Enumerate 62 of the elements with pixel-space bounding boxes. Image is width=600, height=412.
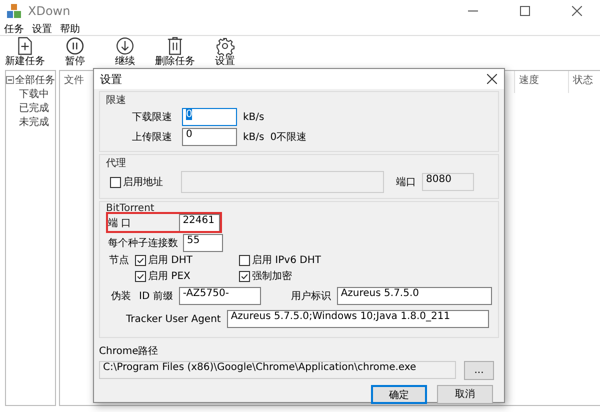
settings-icon (215, 36, 235, 56)
checkbox[interactable] (239, 270, 250, 282)
checkbox-label[interactable]: 启用 PEX (148, 269, 190, 283)
checkbox-label[interactable]: 启用 DHT (148, 253, 193, 267)
menu-item[interactable]: 帮助 (60, 22, 80, 36)
toolbar-button[interactable]: 继续 (102, 36, 148, 68)
dialog-button[interactable]: 确定 (371, 384, 427, 404)
dialog-title: 设置 (100, 72, 122, 86)
menu-item[interactable]: 任务 (4, 22, 24, 36)
toolbar-button[interactable]: 删除任务 (152, 36, 198, 68)
field-label: 伪装 (111, 290, 132, 303)
tree-item[interactable]: 下载中 (6, 87, 55, 101)
dialog-button[interactable]: 取消 (437, 384, 493, 404)
input-field[interactable]: 0 (182, 128, 237, 146)
group-title: 代理 (106, 157, 127, 170)
unit-label: kB/s (243, 132, 264, 142)
checkbox[interactable] (135, 270, 146, 282)
checkbox[interactable] (239, 254, 250, 266)
input-field[interactable]: 0 (182, 108, 237, 126)
field-label: 下载限速 (132, 110, 173, 124)
field-label: 节点 (109, 254, 130, 267)
input-field[interactable]: 22461 (178, 214, 220, 232)
field-label: Chrome路径 (99, 345, 158, 358)
column-header[interactable]: 速度 (515, 71, 569, 93)
tree-item[interactable]: 未完成 (6, 115, 55, 129)
checkbox[interactable] (110, 176, 121, 188)
field-label: 端口 (396, 176, 416, 189)
input-field[interactable]: 8080 (422, 173, 474, 191)
trash-icon (165, 36, 185, 56)
app-logo-icon (6, 3, 22, 19)
browse-button[interactable]: ... (464, 360, 494, 380)
window-title: XDown (28, 4, 70, 18)
toolbar-button[interactable]: 暂停 (52, 36, 98, 68)
new-file-icon (15, 36, 35, 56)
unit-label: kB/s (243, 112, 264, 122)
collapse-icon[interactable] (6, 76, 14, 84)
tree-item[interactable]: 全部任务 (6, 73, 55, 87)
checkbox-label[interactable]: 强制加密 (252, 269, 292, 283)
pause-icon (65, 36, 85, 56)
hint-text: 0不限速 (270, 130, 307, 144)
field-label: ID 前缀 (139, 290, 173, 303)
column-header[interactable]: 状态 (569, 71, 600, 93)
input-field[interactable]: Azureus 5.7.5.0 (336, 287, 492, 305)
group-title: BitTorrent (106, 203, 156, 214)
checkbox-label[interactable]: 启用 IPv6 DHT (252, 253, 321, 267)
field-label: 用户标识 (290, 290, 331, 303)
menu-item[interactable]: 设置 (32, 22, 52, 36)
input-field[interactable]: 55 (183, 234, 223, 252)
field-label: 上传限速 (132, 130, 173, 144)
field-label: 端 口 (108, 216, 132, 230)
tree-item[interactable]: 已完成 (6, 101, 55, 115)
input-field[interactable]: -AZ5750- (178, 287, 261, 305)
checkbox[interactable] (135, 254, 146, 266)
toolbar-button[interactable]: 新建任务 (2, 36, 48, 68)
field-label: 每个种子连接数 (108, 236, 177, 250)
checkbox-label[interactable]: 启用地址 (123, 175, 163, 189)
group-title: 限速 (106, 94, 127, 107)
download-icon (115, 36, 135, 56)
input-field[interactable]: C:\Program Files (x86)\Google\Chrome\Application\chrome.exe (99, 361, 456, 379)
toolbar-button[interactable]: 设置 (202, 36, 248, 68)
input-field[interactable]: Azureus 5.7.5.0;Windows 10;Java 1.8.0_211 (226, 310, 489, 328)
field-label: Tracker User Agent (126, 314, 221, 324)
